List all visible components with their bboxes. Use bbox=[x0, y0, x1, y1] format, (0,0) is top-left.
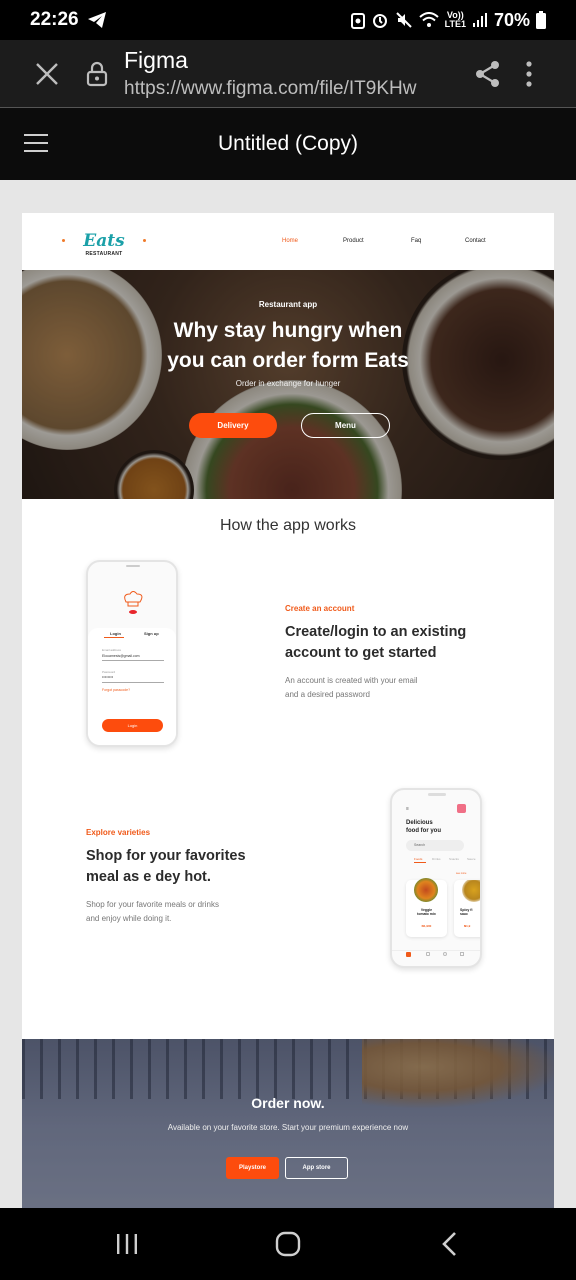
cat-foods[interactable]: Foods bbox=[414, 857, 422, 861]
tab-indicator bbox=[104, 637, 124, 638]
hero-title: Why stay hungry when you can order form … bbox=[167, 319, 409, 372]
login-phone-mockup: Login Sign up Email address Elouamesis@g… bbox=[86, 560, 178, 747]
search-input[interactable]: Search bbox=[406, 840, 464, 851]
nav-faq[interactable]: Faq bbox=[411, 238, 421, 244]
shop-phone-mockup: ≡ Delicious food for you Search Foods Dr… bbox=[390, 788, 482, 968]
profile-tab-icon[interactable] bbox=[443, 952, 447, 956]
food-image-2 bbox=[462, 880, 480, 902]
login-button[interactable]: Login bbox=[102, 719, 163, 732]
step2-desc: Shop for your favorite meals or drinks a… bbox=[86, 900, 219, 923]
logo-dot-left bbox=[62, 239, 65, 242]
recycle-icon bbox=[350, 13, 365, 29]
tab-login[interactable]: Login bbox=[110, 631, 121, 636]
wifi-icon bbox=[418, 12, 439, 27]
chef-hat-icon bbox=[124, 591, 143, 614]
volte-indicator: Vo)) LTE1 bbox=[444, 10, 466, 29]
lock-icon[interactable] bbox=[86, 61, 108, 87]
food-image-1 bbox=[414, 878, 438, 902]
figma-toolbar: Untitled (Copy) bbox=[0, 108, 576, 180]
food-card-1[interactable]: Veggie tomato mix ₦1,900 bbox=[406, 878, 447, 937]
battery-percent: 70% bbox=[493, 9, 530, 30]
password-underline bbox=[102, 682, 164, 683]
shop-heading: Delicious food for you bbox=[406, 820, 441, 834]
password-field[interactable]: •••••••• bbox=[102, 674, 113, 679]
status-time: 22:26 bbox=[30, 9, 79, 30]
step2-title: Shop for your favorites meal as e dey ho… bbox=[86, 848, 246, 885]
more-vert-icon[interactable] bbox=[526, 60, 532, 87]
status-icons: Vo)) LTE1 70% bbox=[350, 9, 546, 31]
back-icon[interactable] bbox=[440, 1231, 458, 1257]
signal-icon bbox=[472, 13, 487, 27]
food-card-2[interactable]: Spicy fi sauc ₦1,9 bbox=[454, 880, 480, 937]
alarm-icon bbox=[372, 14, 387, 28]
food-name-2: Spicy fi sauc bbox=[460, 908, 473, 916]
step1-title: Create/login to an existing account to g… bbox=[285, 624, 467, 661]
cat-sauce[interactable]: Sauce bbox=[467, 857, 476, 861]
close-icon[interactable] bbox=[34, 61, 60, 87]
page-title: Figma bbox=[124, 47, 188, 73]
how-title: How the app works bbox=[219, 517, 357, 534]
email-field[interactable]: Elouamesis@gmail.com bbox=[102, 654, 140, 658]
logo-text: Eats bbox=[83, 231, 125, 251]
tabbar-divider bbox=[392, 950, 480, 951]
cart-icon[interactable] bbox=[457, 804, 466, 813]
step2-eyebrow: Explore varieties bbox=[86, 828, 151, 837]
appstore-button[interactable]: App store bbox=[285, 1157, 348, 1179]
cat-drinks[interactable]: Drinks bbox=[432, 857, 441, 861]
figma-canvas[interactable]: Eats RESTAURANT Home Product Faq Contact… bbox=[0, 180, 576, 1208]
cat-snacks[interactable]: Snacks bbox=[449, 857, 459, 861]
email-underline bbox=[102, 660, 164, 661]
nav-contact[interactable]: Contact bbox=[465, 238, 486, 244]
mute-icon bbox=[395, 12, 412, 28]
nav-home[interactable]: Home bbox=[282, 238, 298, 244]
tab-signup[interactable]: Sign up bbox=[144, 631, 159, 636]
file-title: Untitled (Copy) bbox=[217, 132, 359, 155]
hero-section: Restaurant app Why stay hungry when you … bbox=[22, 270, 554, 499]
screen: 22:26 Vo)) LTE1 70% Figma https://www.fig… bbox=[0, 0, 576, 1280]
eats-logo: Eats RESTAURANT bbox=[62, 231, 146, 257]
phone-notch bbox=[428, 793, 446, 796]
hero-eyebrow: Restaurant app bbox=[258, 300, 318, 309]
battery-icon bbox=[536, 11, 546, 29]
hero-subtitle: Order in exchange for hunger bbox=[235, 379, 341, 388]
nav-product[interactable]: Product bbox=[343, 238, 364, 244]
cta-title: Order now. bbox=[251, 1095, 325, 1111]
food-price-1: ₦1,900 bbox=[421, 924, 432, 928]
email-label: Email address bbox=[102, 648, 122, 652]
telegram-icon bbox=[87, 12, 106, 28]
browser-titles: Figma https://www.figma.com/file/IT9KHw bbox=[124, 47, 434, 100]
home-icon[interactable] bbox=[275, 1231, 301, 1257]
phone-notch bbox=[126, 565, 140, 567]
share-icon[interactable] bbox=[474, 60, 502, 88]
delivery-button[interactable]: Delivery bbox=[189, 413, 277, 438]
heart-tab-icon[interactable] bbox=[426, 952, 430, 956]
cta-subtitle: Available on your favorite store. Start … bbox=[167, 1123, 409, 1132]
food-price-2: ₦1,9 bbox=[464, 924, 471, 928]
recents-icon[interactable] bbox=[116, 1233, 138, 1255]
step1-eyebrow: Create an account bbox=[285, 604, 355, 613]
home-tab-icon[interactable] bbox=[406, 952, 411, 957]
history-tab-icon[interactable] bbox=[460, 952, 464, 956]
system-nav-bar bbox=[0, 1208, 576, 1280]
see-more-link[interactable]: see more bbox=[456, 872, 466, 875]
status-bar: 22:26 Vo)) LTE1 70% bbox=[0, 0, 576, 40]
forgot-link[interactable]: Forgot passcode? bbox=[102, 688, 130, 692]
cta-section: Order now. Available on your favorite st… bbox=[22, 1039, 554, 1208]
cat-indicator bbox=[414, 862, 426, 863]
menu-button[interactable]: Menu bbox=[301, 413, 390, 438]
food-name-1: Veggie tomato mix bbox=[417, 908, 436, 916]
browser-bar: Figma https://www.figma.com/file/IT9KHw bbox=[0, 40, 576, 107]
logo-tag: RESTAURANT bbox=[85, 251, 123, 257]
menu-icon[interactable]: ≡ bbox=[406, 806, 409, 812]
url-text[interactable]: https://www.figma.com/file/IT9KHw bbox=[124, 78, 434, 100]
playstore-button[interactable]: Playstore bbox=[226, 1157, 279, 1179]
design-frame: Eats RESTAURANT Home Product Faq Contact… bbox=[22, 213, 554, 1208]
step1-desc: An account is created with your email an… bbox=[285, 676, 418, 699]
logo-dot-right bbox=[143, 239, 146, 242]
